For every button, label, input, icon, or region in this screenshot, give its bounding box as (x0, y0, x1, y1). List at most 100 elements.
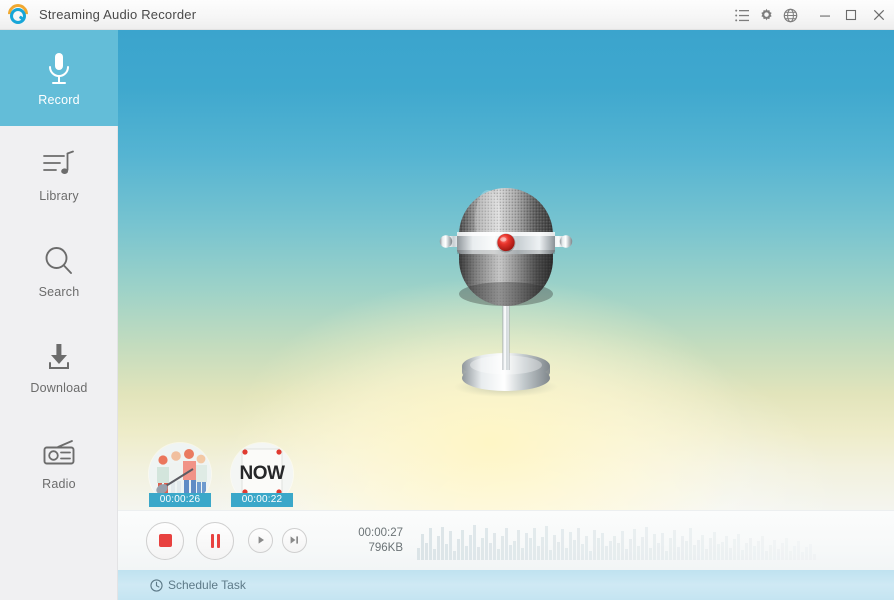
sidebar: Record Library (0, 30, 118, 600)
main-content: 00:00:26 Poker Face NOW 00:00:22 (118, 30, 894, 600)
waveform-bar (737, 534, 740, 560)
waveform-bar (481, 538, 484, 560)
radio-icon (42, 433, 76, 473)
play-icon (256, 532, 266, 550)
waveform-bar (633, 529, 636, 560)
waveform-bar (777, 549, 780, 560)
waveform-bar (781, 543, 784, 560)
sidebar-item-label: Record (38, 93, 80, 107)
waveform-bar (681, 536, 684, 560)
waveform-bar (561, 529, 564, 560)
waveform-bar (581, 544, 584, 560)
waveform-bar (793, 546, 796, 560)
sidebar-item-search[interactable]: Search (0, 222, 118, 318)
waveform-bar (761, 536, 764, 560)
waveform-bar (637, 546, 640, 560)
waveform-bar (669, 538, 672, 560)
waveform-bar (425, 543, 428, 560)
globe-icon[interactable] (778, 0, 802, 30)
waveform-bar (665, 551, 668, 560)
waveform-bar (693, 545, 696, 560)
waveform-bar (597, 538, 600, 560)
waveform-bar (461, 530, 464, 560)
minimize-button[interactable] (812, 0, 838, 30)
waveform-bar (621, 531, 624, 560)
pause-button[interactable] (196, 522, 234, 560)
waveform-bar (477, 547, 480, 560)
waveform-bar (557, 542, 560, 560)
waveform-bar (513, 541, 516, 560)
waveform-bar (753, 546, 756, 560)
waveform-bar (421, 534, 424, 560)
waveform-bar (545, 526, 548, 560)
sidebar-item-label: Download (30, 381, 87, 395)
waveform-bar (517, 530, 520, 560)
waveform-bar (745, 543, 748, 560)
waveform-bar (709, 538, 712, 560)
waveform-bar (465, 546, 468, 560)
waveform-bar (529, 538, 532, 560)
waveform-bar (489, 543, 492, 560)
list-icon[interactable] (730, 0, 754, 30)
waveform-bar (801, 552, 804, 560)
gear-icon[interactable] (754, 0, 778, 30)
waveform-bar (677, 547, 680, 560)
waveform-bar (661, 533, 664, 560)
play-button[interactable] (248, 528, 273, 553)
waveform-bar (697, 540, 700, 560)
sidebar-item-label: Search (39, 285, 80, 299)
waveform-bar (625, 549, 628, 560)
waveform-bar (541, 537, 544, 560)
next-button[interactable] (282, 528, 307, 553)
maximize-button[interactable] (838, 0, 864, 30)
waveform-bar (509, 545, 512, 560)
waveform-bar (577, 528, 580, 560)
search-icon (43, 241, 75, 281)
waveform-bar (725, 536, 728, 560)
vintage-microphone-illustration (426, 176, 586, 406)
music-list-icon (42, 145, 76, 185)
waveform-bar (525, 533, 528, 560)
waveform-bar (501, 536, 504, 560)
app-title: Streaming Audio Recorder (39, 7, 196, 22)
waveform-bar (533, 528, 536, 560)
waveform-bar (505, 528, 508, 560)
waveform-bar (749, 538, 752, 560)
waveform-bar (469, 535, 472, 560)
waveform-bar (585, 536, 588, 560)
waveform-bar (757, 541, 760, 560)
waveform-bar (717, 544, 720, 560)
waveform-bar (485, 528, 488, 560)
waveform-bar (429, 528, 432, 560)
sidebar-item-download[interactable]: Download (0, 318, 118, 414)
waveform-bar (617, 543, 620, 560)
waveform-bar (549, 550, 552, 560)
elapsed-time: 00:00:27 (333, 526, 403, 541)
waveform-visualizer (417, 522, 894, 560)
waveform-bar (729, 548, 732, 560)
waveform-bar (445, 544, 448, 560)
waveform-bar (537, 546, 540, 560)
waveform-bar (589, 551, 592, 560)
waveform-bar (649, 548, 652, 560)
waveform-bar (657, 543, 660, 560)
stop-button[interactable] (146, 522, 184, 560)
title-bar-actions (730, 0, 894, 30)
schedule-task-button[interactable]: Schedule Task (150, 578, 246, 592)
waveform-bar (797, 541, 800, 560)
sidebar-item-radio[interactable]: Radio (0, 414, 118, 510)
waveform-bar (457, 539, 460, 560)
waveform-bar (473, 525, 476, 560)
close-button[interactable] (864, 0, 894, 30)
waveform-bar (573, 540, 576, 560)
sidebar-item-record[interactable]: Record (0, 30, 118, 126)
waveform-bar (713, 532, 716, 560)
waveform-bar (653, 534, 656, 560)
waveform-bar (449, 531, 452, 560)
waveform-bar (593, 530, 596, 560)
waveform-bar (705, 549, 708, 560)
waveform-bar (553, 535, 556, 560)
sidebar-item-library[interactable]: Library (0, 126, 118, 222)
waveform-bar (789, 551, 792, 560)
stop-icon (159, 534, 172, 547)
